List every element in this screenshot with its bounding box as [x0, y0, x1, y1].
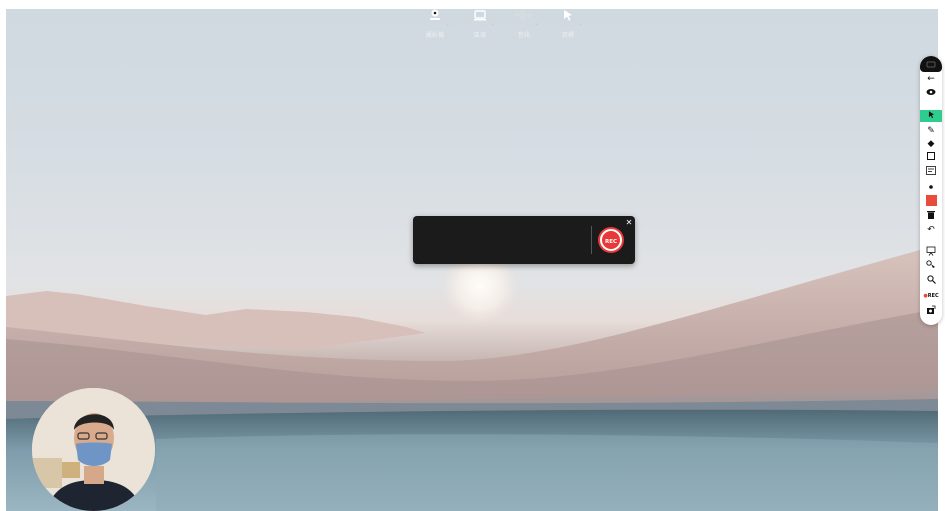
webcam-preview[interactable]: [32, 388, 155, 511]
chevron-down-icon: ▾: [535, 22, 538, 28]
spotlight-icon[interactable]: [923, 260, 939, 272]
record-button[interactable]: REC: [600, 229, 622, 251]
color-swatch-fill: [925, 195, 937, 206]
camera-button[interactable]: ▾ 攝影機: [415, 8, 455, 44]
audio-label: 音訊: [517, 32, 531, 39]
close-icon[interactable]: ✕: [624, 218, 634, 228]
chevron-down-icon: ▾: [579, 22, 582, 28]
rec-indicator[interactable]: ●REC: [923, 290, 939, 302]
dot-size-icon[interactable]: [923, 181, 939, 193]
cursor-icon: [548, 8, 588, 28]
rectangle-icon[interactable]: [923, 152, 939, 164]
cursor-button[interactable]: ▾ 游標: [548, 8, 588, 44]
audio-wave-icon: [504, 8, 544, 28]
screen-icon: [460, 8, 500, 28]
back-arrow-icon[interactable]: ←: [923, 73, 939, 85]
audio-button[interactable]: ▾ 音訊: [504, 8, 544, 44]
camera-icon: [415, 8, 455, 28]
undo-icon[interactable]: ↶: [923, 224, 939, 236]
camera-label: 攝影機: [425, 32, 445, 39]
person-silhouette: [32, 388, 155, 511]
cursor-label: 游標: [561, 32, 575, 39]
rec-indicator-label: REC: [927, 293, 939, 299]
chevron-down-icon: ▾: [491, 22, 494, 28]
trash-icon[interactable]: [923, 210, 939, 222]
screenshot-icon[interactable]: [923, 305, 939, 317]
region-label: 區域: [473, 32, 487, 39]
pen-icon[interactable]: ✎: [923, 125, 939, 137]
text-box-icon[interactable]: [923, 166, 939, 178]
chevron-down-icon: ▾: [446, 22, 449, 28]
eye-icon[interactable]: [923, 88, 939, 100]
annotation-toolbar: ← ✎ ◆ ↶ ●REC: [920, 56, 942, 325]
color-swatch[interactable]: [923, 195, 939, 207]
toolbar-divider: [591, 226, 592, 254]
drag-handle[interactable]: [920, 56, 942, 72]
pointer-icon[interactable]: [920, 110, 942, 122]
eraser-icon[interactable]: ◆: [923, 138, 939, 150]
whiteboard-icon[interactable]: [923, 246, 939, 258]
region-button[interactable]: ▾ 區域: [460, 8, 500, 44]
zoom-icon[interactable]: [923, 275, 939, 287]
